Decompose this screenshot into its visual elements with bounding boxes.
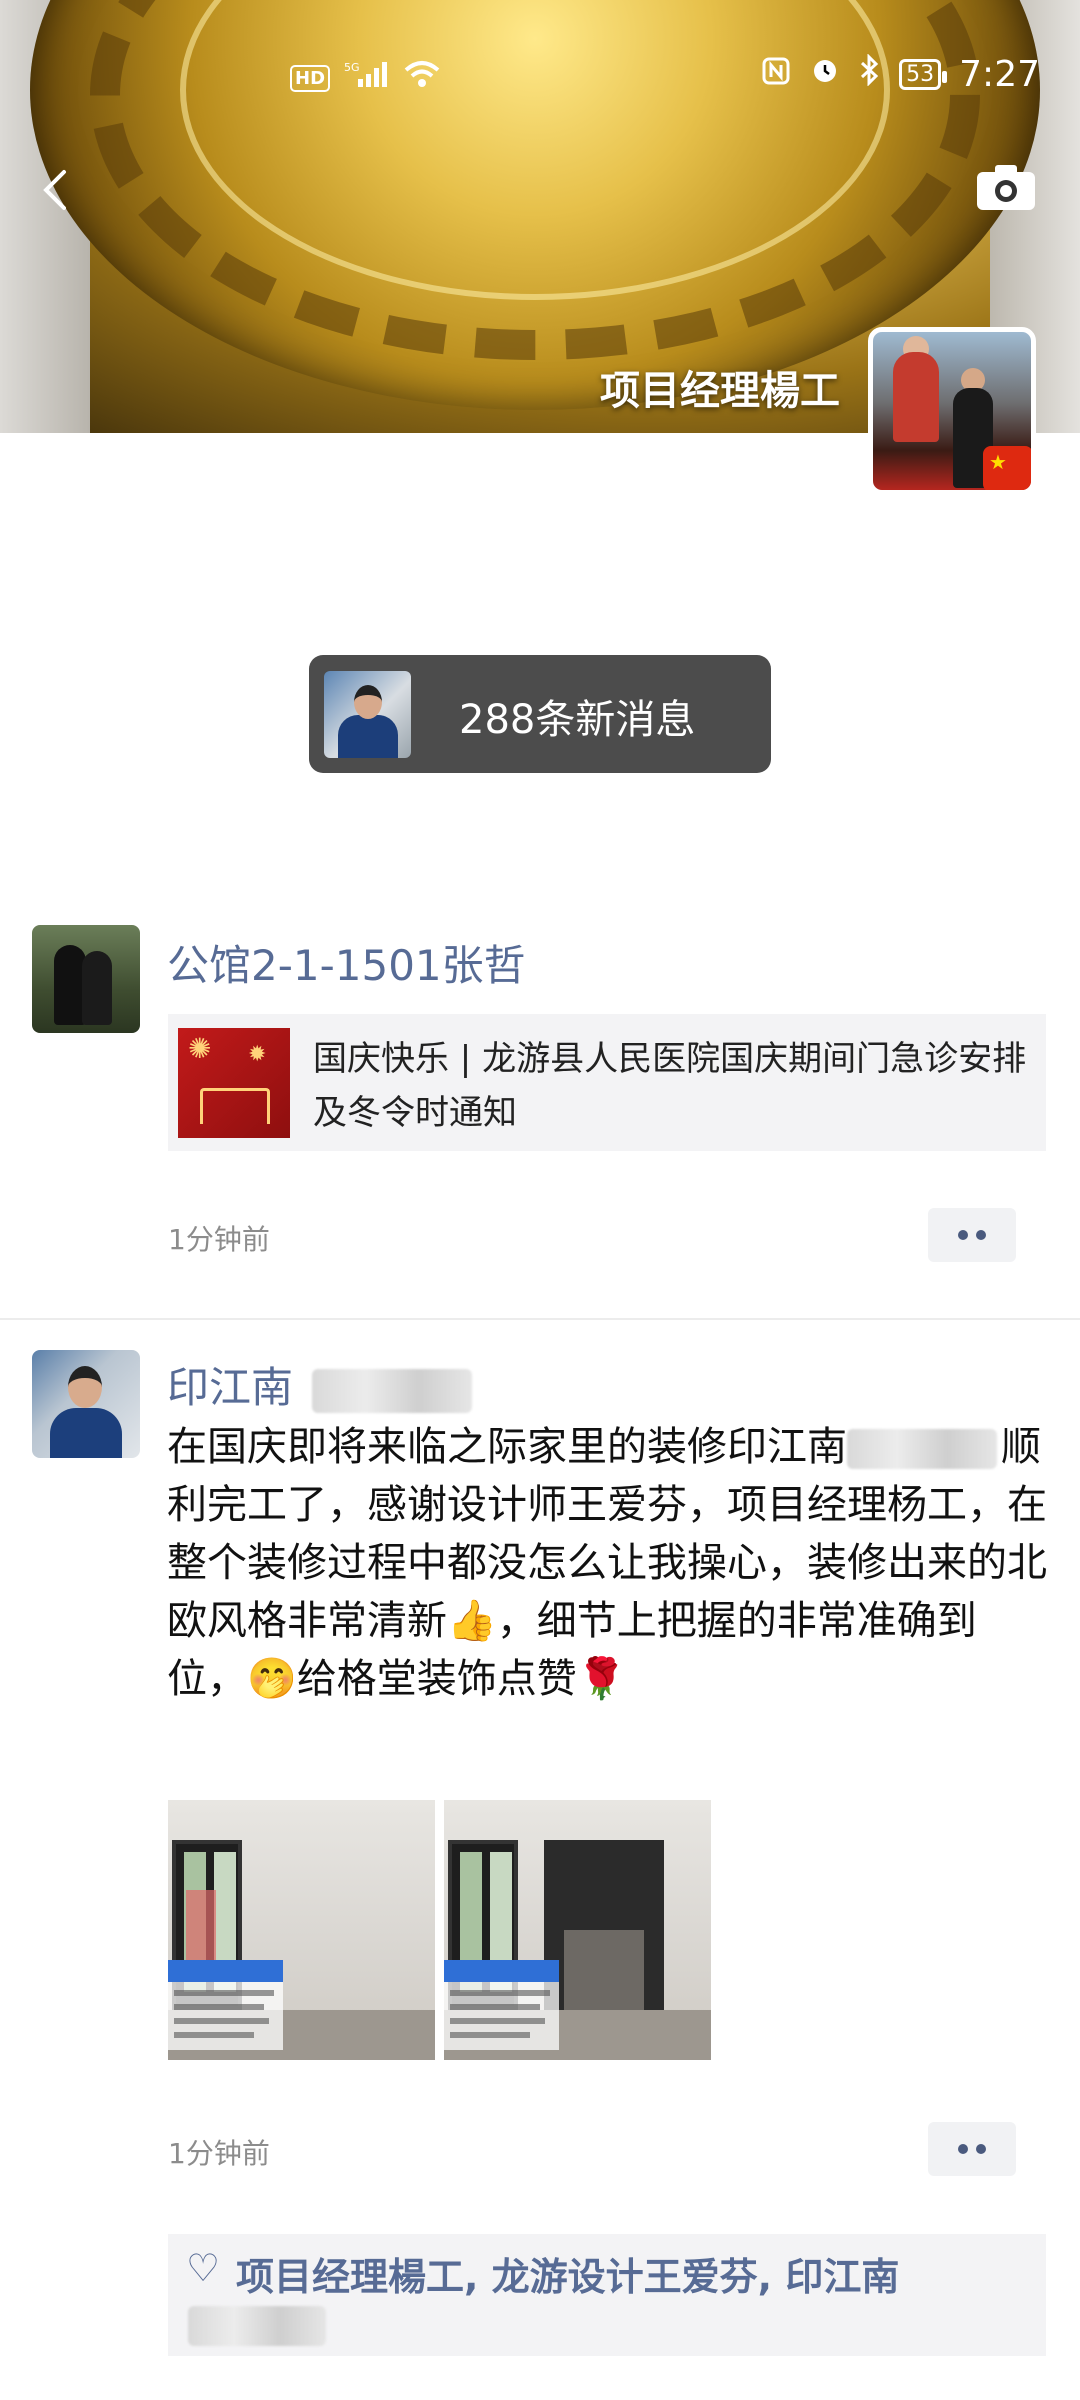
profile-name[interactable]: 项目经理楊工 [600, 358, 840, 416]
firework-icon: ✹ [248, 1042, 267, 1067]
dot-icon [976, 1230, 986, 1240]
avatar-suit [50, 1408, 122, 1458]
dot-icon [976, 2144, 986, 2154]
dot-icon [958, 2144, 968, 2154]
avatar-head [354, 685, 382, 719]
avatar-figure [893, 352, 939, 442]
redacted-text [188, 2306, 326, 2346]
post-divider [0, 1318, 1080, 1320]
article-thumbnail: ✺ ✹ [178, 1028, 290, 1138]
thumbs-up-icon: 👍 [447, 1598, 497, 1644]
photo-curtain [186, 1890, 216, 1970]
post-photo[interactable] [444, 1800, 711, 2060]
article-title: 国庆快乐 | 龙游县人民医院国庆期间门急诊安排及冬令时通知 [313, 1039, 1027, 1133]
new-messages-notice[interactable]: 288条新消息 [309, 655, 771, 773]
post-timestamp: 1分钟前 [168, 1223, 270, 1256]
likes-panel: ♡ 项目经理楊工, 龙游设计王爱芬, 印江南 [168, 2234, 1046, 2356]
watermark-line [174, 2004, 264, 2010]
nfc-icon [761, 55, 791, 95]
watermark-line [174, 2018, 269, 2024]
battery-indicator: 53 [899, 59, 948, 90]
post-author-avatar[interactable] [32, 1350, 140, 1458]
redacted-text [312, 1368, 473, 1413]
post-author-name[interactable]: 印江南 [167, 1354, 473, 1415]
watermark-line [450, 2004, 540, 2010]
dot-icon [958, 1230, 968, 1240]
alarm-icon [809, 54, 841, 95]
photo-watermark [168, 1960, 283, 2050]
post-body-text: 给格堂装饰点赞 [296, 1656, 577, 1702]
post-body-text: 在国庆即将来临之际家里的装修印江南 [167, 1424, 847, 1470]
status-bar-right: 53 7:27 [761, 53, 1040, 95]
post-author-avatar[interactable] [32, 925, 140, 1033]
post-author-name[interactable]: 公馆2-1-1501张哲 [167, 932, 526, 993]
profile-avatar[interactable]: ★ [868, 327, 1036, 495]
post-body: 在国庆即将来临之际家里的装修印江南 顺利完工了，感谢设计师王爱芬，项目经理杨工，在… [167, 1418, 1047, 1708]
watermark-line [174, 1990, 274, 1996]
back-button[interactable] [32, 160, 82, 220]
camera-button[interactable] [975, 162, 1037, 212]
clock: 7:27 [959, 54, 1040, 95]
redacted-text [847, 1429, 997, 1469]
firework-icon: ✺ [188, 1032, 212, 1065]
new-messages-label: 288条新消息 [459, 697, 696, 743]
avatar [324, 671, 411, 758]
liker-names[interactable]: 项目经理楊工, 龙游设计王爱芬, 印江南 [236, 2246, 899, 2301]
status-bar: HD 5G 53 7:27 [0, 44, 1080, 114]
camera-icon [977, 165, 1035, 210]
heart-icon: ♡ [186, 2246, 221, 2290]
watermark-header [168, 1960, 283, 1982]
avatar-head [68, 1366, 102, 1408]
chevron-left-icon [43, 170, 66, 210]
face-with-hand-icon: 🤭 [247, 1656, 297, 1702]
watermark-header [444, 1960, 559, 1982]
post-timestamp: 1分钟前 [168, 2137, 270, 2170]
bluetooth-icon [859, 53, 881, 95]
signal-icon: 5G [344, 58, 388, 98]
watermark-line [450, 2032, 530, 2038]
more-actions-button[interactable] [928, 2122, 1016, 2176]
avatar-suit [338, 715, 398, 758]
wifi-icon [402, 58, 442, 98]
avatar-silhouette [82, 951, 112, 1025]
gate-illustration [200, 1088, 270, 1124]
svg-text:5G: 5G [344, 61, 360, 74]
china-flag-icon: ★ [983, 446, 1031, 490]
photo-watermark [444, 1960, 559, 2050]
shared-article-card[interactable]: ✺ ✹ 国庆快乐 | 龙游县人民医院国庆期间门急诊安排及冬令时通知 [168, 1014, 1046, 1151]
hd-badge: HD [290, 64, 331, 92]
post-author-name-text: 印江南 [167, 1363, 294, 1412]
photo-doorway [544, 1840, 664, 2020]
post-photo[interactable] [168, 1800, 435, 2060]
more-actions-button[interactable] [928, 1208, 1016, 1262]
rose-icon: 🌹 [576, 1656, 627, 1702]
status-bar-left: HD 5G [290, 58, 442, 98]
watermark-line [450, 1990, 550, 1996]
watermark-line [174, 2032, 254, 2038]
watermark-line [450, 2018, 545, 2024]
